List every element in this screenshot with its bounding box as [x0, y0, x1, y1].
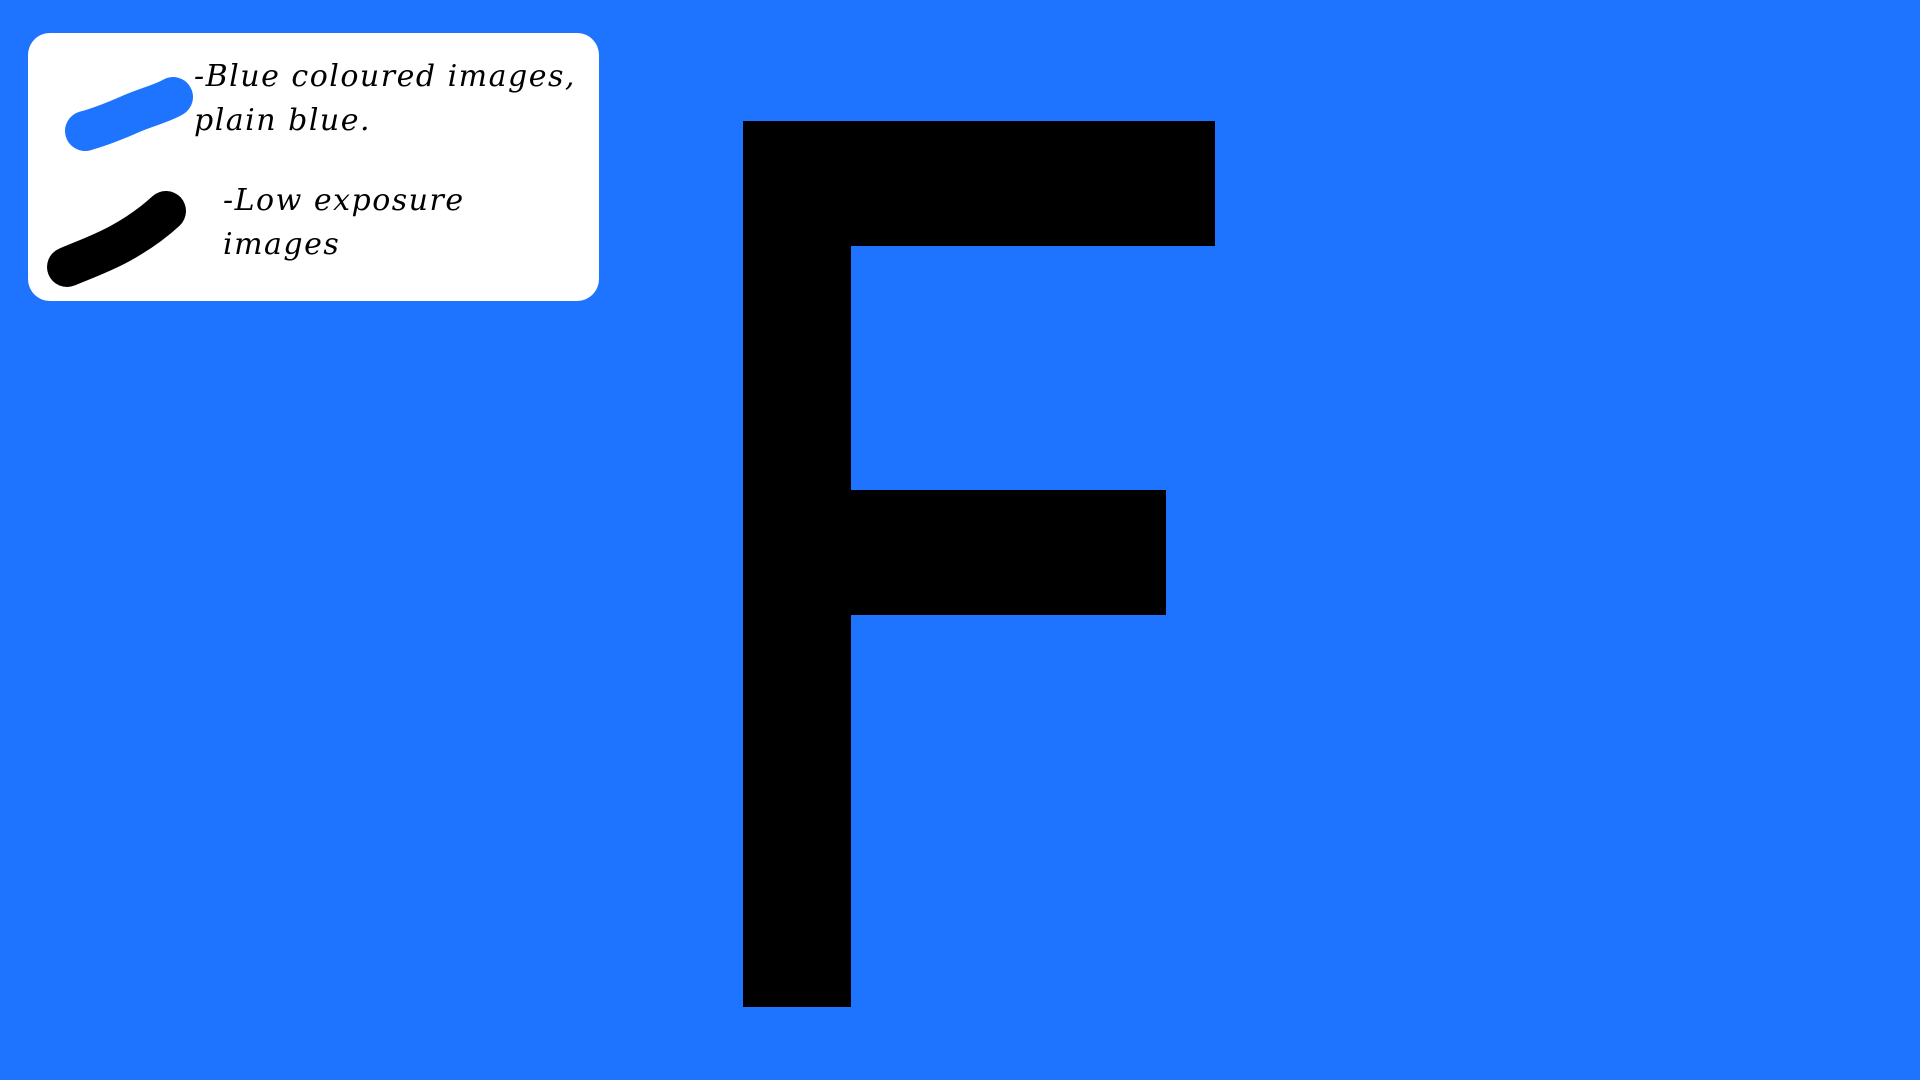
letter-f-shape — [743, 121, 1215, 1007]
legend-label-blue-line-1: -Blue coloured images, — [194, 59, 576, 94]
legend-label-blue: -Blue coloured images, plain blue. — [194, 55, 576, 143]
legend-label-blue-line-2: plain blue. — [194, 103, 372, 138]
blue-swatch-stroke — [65, 77, 193, 151]
legend-label-black: -Low exposure images — [223, 179, 465, 267]
blue-swatch-icon — [65, 77, 193, 151]
legend-label-black-line-1: -Low exposure — [223, 183, 465, 218]
legend-card: -Blue coloured images, plain blue. -Low … — [28, 33, 599, 301]
black-swatch-icon — [47, 191, 186, 287]
black-swatch-stroke — [47, 191, 186, 287]
legend-label-black-line-2: images — [223, 227, 341, 262]
